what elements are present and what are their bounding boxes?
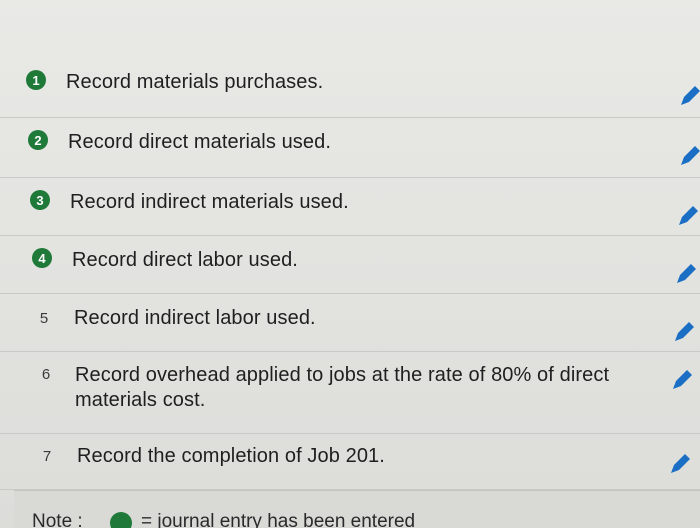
edit-entry-button[interactable] [676,204,700,228]
transaction-list: 1 Record materials purchases. 2 Record d… [0,0,700,490]
completed-step-badge: 3 [30,190,50,210]
completed-step-badge: 1 [26,70,46,90]
pencil-icon [675,322,694,341]
transaction-description: Record materials purchases. [66,71,324,93]
edit-entry-button[interactable] [672,320,696,344]
transaction-row-2[interactable]: 2 Record direct materials used. [0,118,700,178]
edit-entry-button[interactable] [678,144,700,168]
transaction-row-3[interactable]: 3 Record indirect materials used. [0,178,700,236]
transaction-row-4[interactable]: 4 Record direct labor used. [0,236,700,294]
completed-step-badge: 2 [28,130,48,150]
edit-entry-button[interactable] [668,452,692,476]
transaction-description: Record indirect labor used. [74,307,316,329]
edit-entry-button[interactable] [670,368,694,392]
pencil-icon [677,264,696,283]
step-number: 5 [39,309,49,327]
transaction-description: Record direct materials used. [68,131,332,153]
transaction-description: Record overhead applied to jobs at the r… [75,364,610,411]
note-text: = journal entry has been entered [141,511,416,528]
completed-indicator-icon [110,512,132,528]
pencil-icon [671,454,690,473]
transaction-description: Record direct labor used. [72,249,298,271]
completed-step-badge: 4 [32,248,52,268]
note-label: Note : [32,511,83,528]
pencil-icon [679,206,698,225]
transaction-description: Record indirect materials used. [70,191,349,213]
edit-entry-button[interactable] [678,84,700,108]
transaction-row-7[interactable]: 7 Record the completion of Job 201. [0,434,700,490]
pencil-icon [681,86,700,105]
transaction-description: Record the completion of Job 201. [77,445,385,467]
pencil-icon [673,370,692,389]
edit-entry-button[interactable] [674,262,698,286]
step-number: 7 [42,447,52,465]
step-number: 6 [41,365,51,383]
legend-note: Note : = journal entry has been entered [14,490,700,528]
pencil-icon [681,146,700,165]
transaction-row-5[interactable]: 5 Record indirect labor used. [0,294,700,352]
transaction-row-6[interactable]: 6 Record overhead applied to jobs at the… [0,352,700,434]
transaction-row-1[interactable]: 1 Record materials purchases. [0,0,700,118]
journal-entry-worksheet: 1 Record materials purchases. 2 Record d… [0,0,700,528]
